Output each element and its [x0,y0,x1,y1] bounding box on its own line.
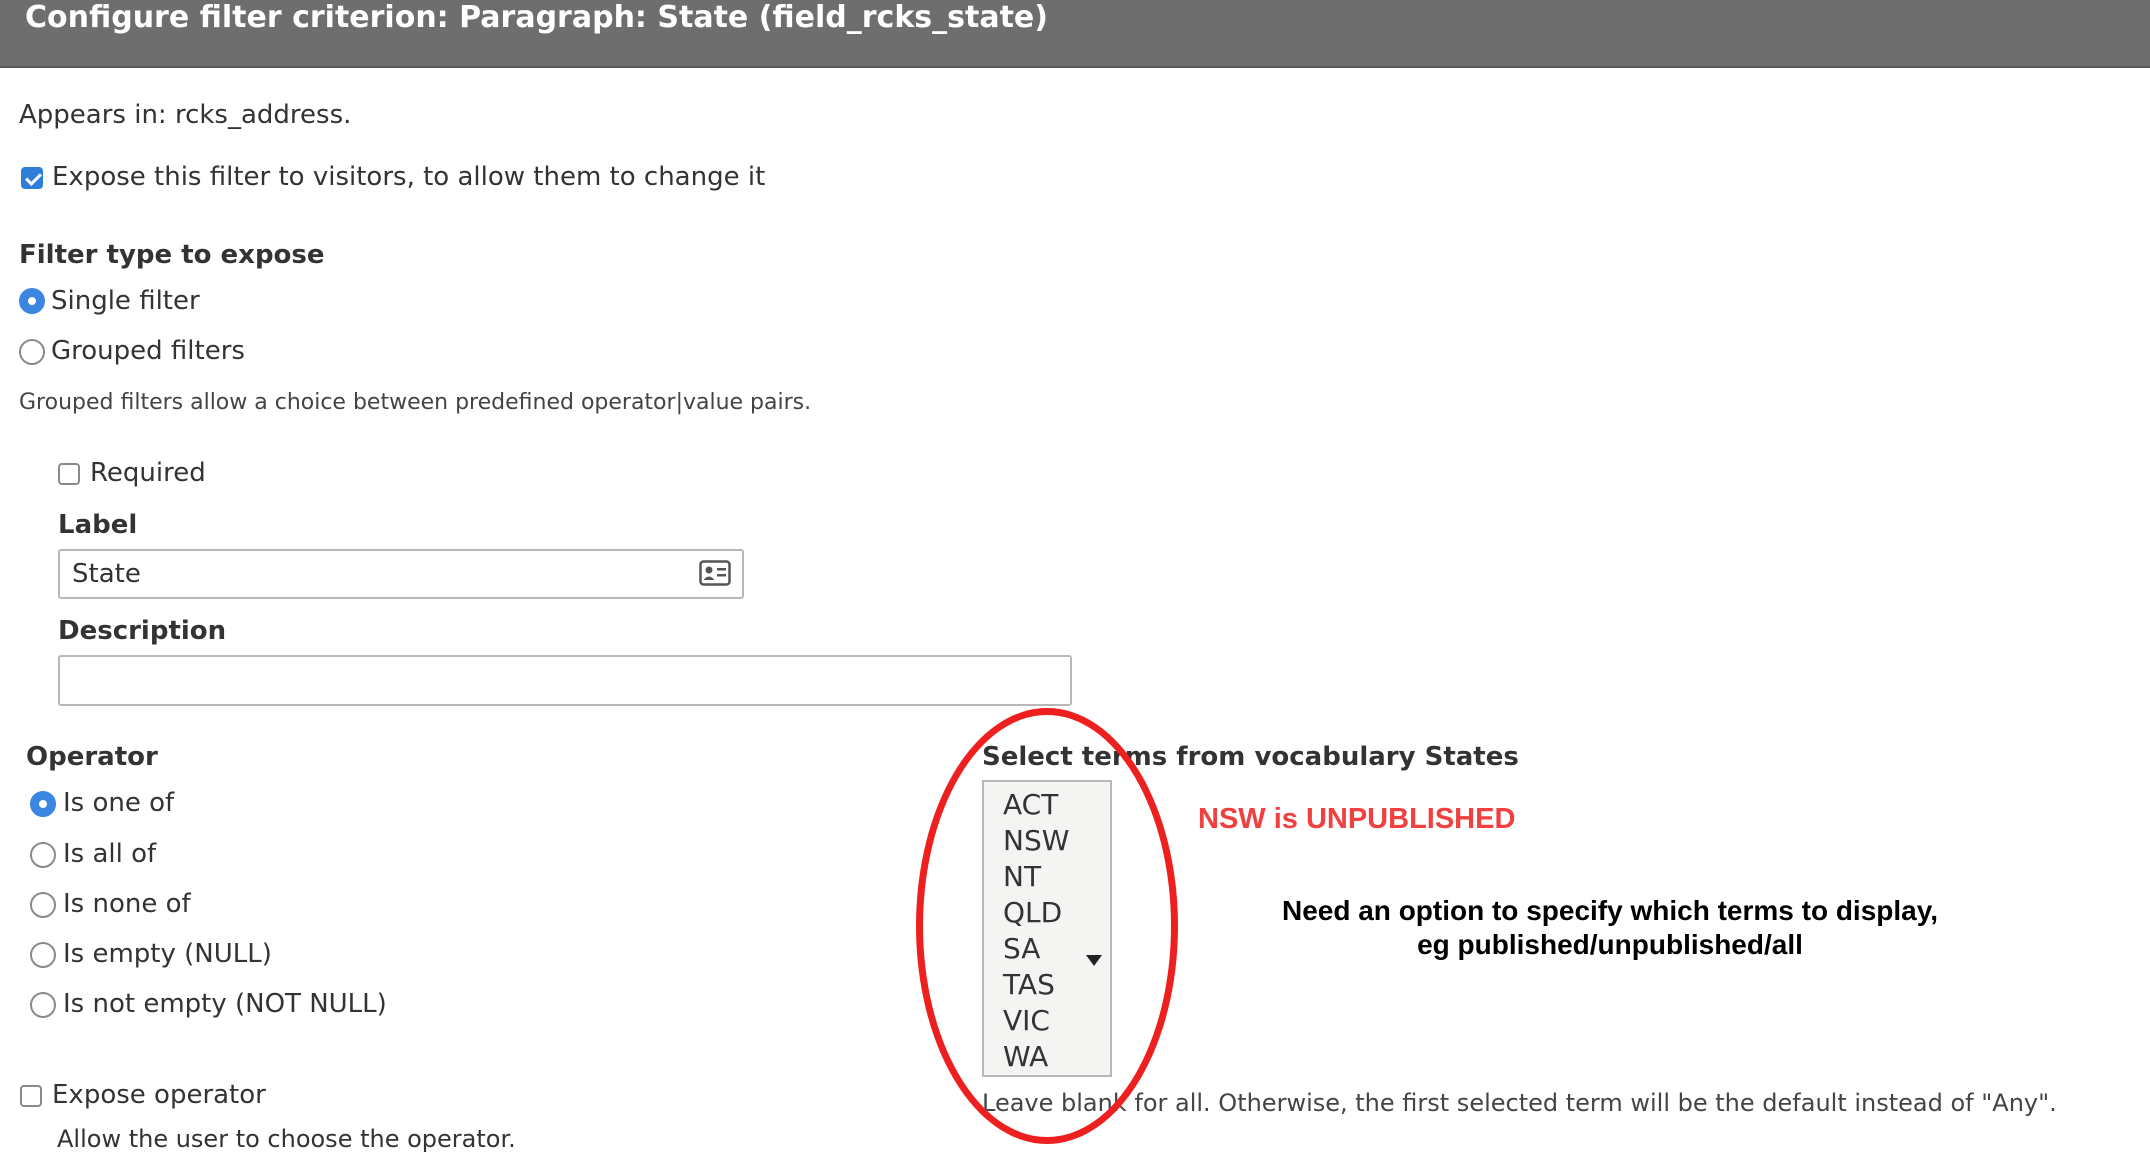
radio-single-filter[interactable] [19,288,45,314]
expose-filter-label[interactable]: Expose this filter to visitors, to allow… [52,161,765,193]
radio-is-not-empty[interactable] [30,992,56,1018]
dialog-titlebar: Configure filter criterion: Paragraph: S… [0,0,2150,68]
annotation-black-note-line1: Need an option to specify which terms to… [1281,895,1939,926]
annotation-black-note-line2: eg published/unpublished/all [1417,929,1803,960]
terms-help-text: Leave blank for all. Otherwise, the firs… [982,1089,2057,1117]
expose-operator-label[interactable]: Expose operator [52,1079,266,1111]
description-input[interactable] [58,655,1072,706]
radio-is-none-of[interactable] [30,892,56,918]
radio-grouped-filters[interactable] [19,339,45,365]
label-input[interactable] [58,549,744,599]
filter-type-heading: Filter type to expose [19,240,325,270]
annotation-black-note: Need an option to specify which terms to… [1190,894,2030,962]
single-filter-label[interactable]: Single filter [51,285,200,317]
dialog-title: Configure filter criterion: Paragraph: S… [25,0,1048,35]
required-label[interactable]: Required [90,457,206,489]
contact-card-icon[interactable] [699,560,731,586]
grouped-filters-description: Grouped filters allow a choice between p… [19,390,812,415]
grouped-filters-label[interactable]: Grouped filters [51,335,245,367]
annotation-highlight-ellipse [916,708,1178,1144]
is-not-empty-label[interactable]: Is not empty (NOT NULL) [63,988,387,1020]
expose-filter-checkbox[interactable] [21,167,43,189]
is-one-of-label[interactable]: Is one of [63,787,174,819]
required-checkbox[interactable] [58,463,80,485]
is-empty-label[interactable]: Is empty (NULL) [63,938,272,970]
appears-in-text: Appears in: rcks_address. [19,100,352,130]
radio-is-all-of[interactable] [30,842,56,868]
radio-is-empty[interactable] [30,942,56,968]
expose-operator-checkbox[interactable] [20,1085,42,1107]
is-all-of-label[interactable]: Is all of [63,838,156,870]
expose-operator-description: Allow the user to choose the operator. [57,1125,516,1153]
description-heading: Description [58,616,227,646]
label-heading: Label [58,510,138,540]
operator-heading: Operator [26,742,158,772]
is-none-of-label[interactable]: Is none of [63,888,191,920]
radio-is-one-of[interactable] [30,791,56,817]
annotation-red-note: NSW is UNPUBLISHED [1198,803,1516,835]
